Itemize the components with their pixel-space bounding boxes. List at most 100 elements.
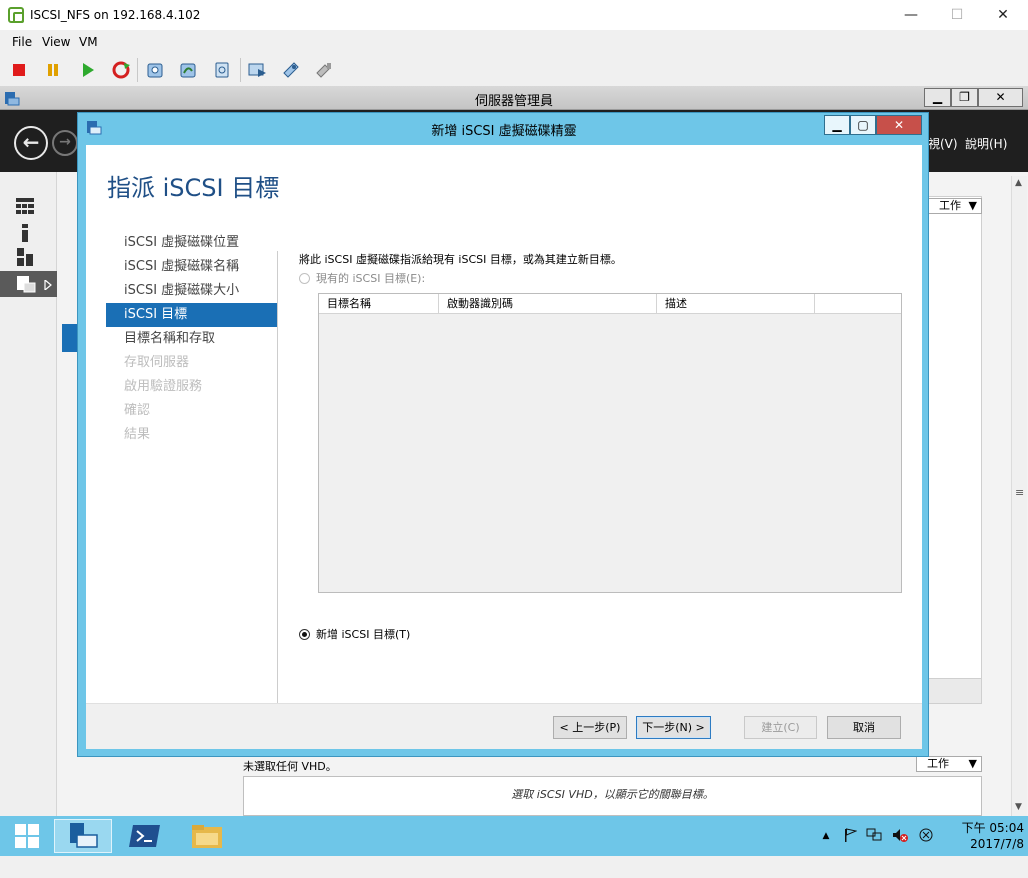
reset-icon[interactable] xyxy=(111,60,131,80)
clock-time: 下午 05:04 xyxy=(961,821,1024,835)
server-manager-scrollbar[interactable]: ▲ ≡ ▼ xyxy=(1011,176,1027,816)
vm-close-button[interactable]: ✕ xyxy=(980,0,1026,30)
wizard-button-bar: < 上一步(P) 下一步(N) > 建立(C) 取消 xyxy=(86,703,922,749)
start-button[interactable] xyxy=(0,819,54,853)
snapshot-icon[interactable] xyxy=(145,60,165,80)
existing-targets-table[interactable]: 目標名稱 啟動器識別碼 描述 xyxy=(318,293,902,593)
network-icon[interactable] xyxy=(866,828,882,844)
scroll-down-icon[interactable]: ▼ xyxy=(1015,802,1022,812)
create-button: 建立(C) xyxy=(744,716,817,739)
wizard-minimize-button[interactable]: ▁ xyxy=(824,115,850,135)
sm-close-button[interactable]: ✕ xyxy=(978,88,1023,107)
taskbar-powershell[interactable] xyxy=(116,819,174,853)
back-arrow-icon[interactable]: ← xyxy=(14,126,48,160)
snapshot-manager-icon[interactable] xyxy=(212,60,232,80)
menu-view[interactable]: View xyxy=(42,35,70,49)
play-icon[interactable] xyxy=(78,60,98,80)
forward-arrow-icon[interactable]: → xyxy=(52,130,78,156)
menu-vm[interactable]: VM xyxy=(79,35,98,49)
scroll-thumb-grip-icon[interactable]: ≡ xyxy=(1015,486,1024,499)
new-target-option[interactable]: 新增 iSCSI 目標(T) xyxy=(299,626,410,642)
vm-window-title: ISCSI_NFS on 192.168.4.102 xyxy=(30,8,201,22)
new-iscsi-virtual-disk-wizard: 新增 iSCSI 虛擬磁碟精靈 ▁ ▢ ✕ 指派 iSCSI 目標 iSCSI … xyxy=(77,112,929,757)
tasks-dropdown-label: 工作 xyxy=(927,757,949,770)
wizard-step-list: iSCSI 虛擬磁碟位置 iSCSI 虛擬磁碟名稱 iSCSI 虛擬磁碟大小 i… xyxy=(106,231,277,447)
all-servers-icon[interactable] xyxy=(16,248,36,268)
vm-maximize-button[interactable]: ☐ xyxy=(934,0,980,30)
cancel-button[interactable]: 取消 xyxy=(827,716,901,739)
console-icon[interactable] xyxy=(247,60,267,80)
vm-title-bar: ISCSI_NFS on 192.168.4.102 — ☐ ✕ xyxy=(0,0,1028,30)
volume-muted-icon[interactable] xyxy=(892,828,908,844)
chevron-right-icon xyxy=(44,280,52,290)
column-target-name[interactable]: 目標名稱 xyxy=(319,294,439,313)
wizard-step-disabled: 確認 xyxy=(124,403,151,418)
taskbar-server-manager[interactable] xyxy=(54,819,112,853)
dropdown-arrow-icon: ▼ xyxy=(968,757,977,770)
vm-status-strip xyxy=(0,856,1028,878)
new-target-radio[interactable] xyxy=(299,628,310,640)
taskbar-file-explorer[interactable] xyxy=(178,819,236,853)
wizard-close-button[interactable]: ✕ xyxy=(876,115,922,135)
wizard-step[interactable]: iSCSI 虛擬磁碟名稱 xyxy=(106,255,277,279)
next-button[interactable]: 下一步(N) > xyxy=(636,716,711,739)
wizard-maximize-button[interactable]: ▢ xyxy=(850,115,876,135)
settings-icon[interactable] xyxy=(281,60,301,80)
pause-icon[interactable] xyxy=(43,60,63,80)
wizard-step-current[interactable]: iSCSI 目標 xyxy=(106,303,277,327)
vm-minimize-button[interactable]: — xyxy=(888,0,934,30)
menu-file[interactable]: File xyxy=(12,35,32,49)
server-manager-title-bar: 伺服器管理員 ▁ ❐ ✕ xyxy=(0,86,1028,110)
dashboard-icon[interactable] xyxy=(16,198,36,218)
associated-targets-panel: 選取 iSCSI VHD，以顯示它的關聯目標。 xyxy=(243,776,982,816)
connect-device-icon[interactable] xyxy=(314,60,334,80)
taskbar-clock[interactable]: 下午 05:04 2017/7/8 xyxy=(934,820,1024,852)
selected-subnav-indicator xyxy=(62,324,78,352)
new-target-label: 新增 iSCSI 目標(T) xyxy=(316,628,411,641)
tray-expand-icon[interactable]: ▲ xyxy=(818,828,834,844)
file-storage-services-item[interactable] xyxy=(0,271,57,297)
column-description[interactable]: 描述 xyxy=(657,294,815,313)
wizard-step-disabled: 結果 xyxy=(124,427,151,442)
sm-restore-button[interactable]: ❐ xyxy=(951,88,978,107)
wizard-step-disabled: 存取伺服器 xyxy=(124,355,190,370)
wizard-title: 新增 iSCSI 虛擬磁碟精靈 xyxy=(431,124,577,139)
folder-icon xyxy=(192,825,222,848)
wizard-step[interactable]: iSCSI 虛擬磁碟位置 xyxy=(106,231,277,255)
existing-target-radio[interactable] xyxy=(299,272,310,284)
revert-snapshot-icon[interactable] xyxy=(178,60,198,80)
sm-minimize-button[interactable]: ▁ xyxy=(924,88,951,107)
column-initiator-id[interactable]: 啟動器識別碼 xyxy=(439,294,657,313)
wizard-client-area: 指派 iSCSI 目標 iSCSI 虛擬磁碟位置 iSCSI 虛擬磁碟名稱 iS… xyxy=(86,145,922,749)
guest-desktop: 伺服器管理員 ▁ ❐ ✕ ← → 視(V) 說明(H) 工作 ▼ 未選取任何 V… xyxy=(0,86,1028,878)
stop-icon[interactable] xyxy=(9,60,29,80)
windows-taskbar: ▲ 下午 05:04 2017/7/8 xyxy=(0,816,1028,856)
server-manager-nav-pane xyxy=(0,172,57,816)
windows-logo-icon xyxy=(15,824,39,848)
tasks-dropdown-top[interactable]: 工作 ▼ xyxy=(928,198,982,214)
wizard-page-heading: 指派 iSCSI 目標 xyxy=(107,174,280,202)
file-storage-icon xyxy=(17,276,36,293)
wizard-divider xyxy=(277,251,278,716)
panel-scroll-footer xyxy=(928,678,982,704)
wizard-step-disabled: 啟用驗證服務 xyxy=(124,379,203,394)
tasks-dropdown-bottom[interactable]: 工作 ▼ xyxy=(916,756,982,772)
targets-table-header: 目標名稱 啟動器識別碼 描述 xyxy=(319,294,901,314)
action-center-flag-icon[interactable] xyxy=(842,828,858,844)
wizard-step[interactable]: 目標名稱和存取 xyxy=(106,327,277,351)
powershell-icon xyxy=(129,825,160,847)
wizard-step[interactable]: iSCSI 虛擬磁碟大小 xyxy=(106,279,277,303)
existing-target-option[interactable]: 現有的 iSCSI 目標(E): xyxy=(299,270,425,286)
sm-menu-view[interactable]: 視(V) xyxy=(928,135,958,152)
back-button[interactable]: < 上一步(P) xyxy=(553,716,627,739)
scroll-up-icon[interactable]: ▲ xyxy=(1015,178,1022,188)
no-vhd-selected-text: 未選取任何 VHD。 xyxy=(243,760,337,773)
toolbar-separator xyxy=(240,58,241,82)
notification-close-icon[interactable] xyxy=(918,828,934,844)
dropdown-arrow-icon: ▼ xyxy=(968,199,977,212)
local-server-icon[interactable] xyxy=(16,224,36,244)
sm-menu-help[interactable]: 說明(H) xyxy=(965,135,1007,152)
wizard-description: 將此 iSCSI 虛擬磁碟指派給現有 iSCSI 目標，或為其建立新目標。 xyxy=(299,253,622,266)
clock-date: 2017/7/8 xyxy=(970,837,1024,851)
tasks-dropdown-label: 工作 xyxy=(939,199,961,212)
